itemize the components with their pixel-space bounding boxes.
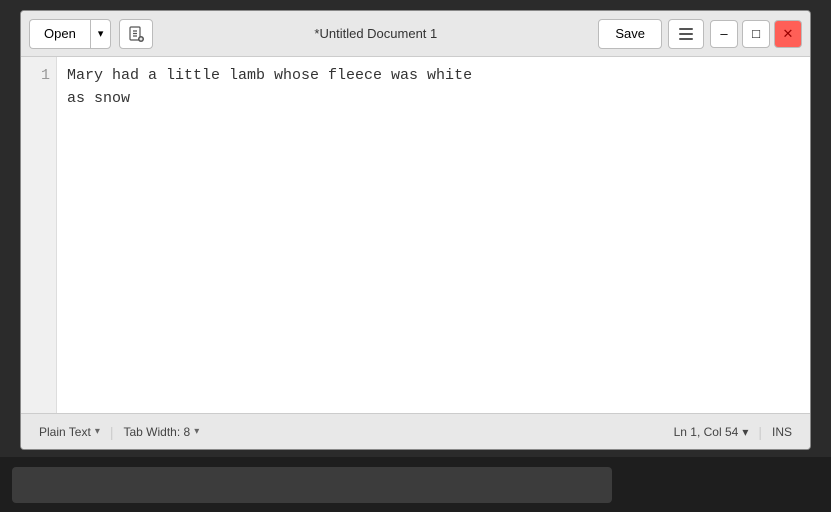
- line-number: 1: [29, 65, 50, 88]
- hamburger-icon: [679, 28, 693, 40]
- menu-button[interactable]: [668, 19, 704, 49]
- minimize-button[interactable]: –: [710, 20, 738, 48]
- tab-width-label: Tab Width: 8: [123, 425, 190, 439]
- statusbar: Plain Text ▾ | Tab Width: 8 ▾ Ln 1, Col …: [21, 413, 810, 449]
- taskbar-window-item[interactable]: [12, 467, 612, 503]
- main-window: Open ▾ *Untitled Document 1 Save: [20, 10, 811, 450]
- chevron-down-icon: ▾: [98, 27, 104, 40]
- file-type-selector[interactable]: Plain Text ▾: [33, 423, 106, 441]
- file-type-chevron-icon: ▾: [95, 426, 100, 437]
- new-document-button[interactable]: [119, 19, 153, 49]
- taskbar: [0, 457, 831, 512]
- document-title: *Untitled Document 1: [153, 26, 598, 41]
- open-button[interactable]: Open: [29, 19, 90, 49]
- open-group: Open ▾: [29, 19, 111, 49]
- new-doc-icon: [128, 26, 144, 42]
- tab-width-chevron-icon: ▾: [194, 426, 199, 437]
- cursor-position[interactable]: Ln 1, Col 54 ▾: [668, 423, 755, 441]
- line-numbers: 1: [21, 57, 57, 413]
- maximize-button[interactable]: □: [742, 20, 770, 48]
- tab-width-selector[interactable]: Tab Width: 8 ▾: [117, 423, 205, 441]
- status-separator-2: |: [758, 424, 762, 440]
- position-label: Ln 1, Col 54: [674, 425, 739, 439]
- window-controls: – □ ✕: [710, 20, 802, 48]
- editor-textarea[interactable]: Mary had a little lamb whose fleece was …: [57, 57, 810, 413]
- status-separator-1: |: [110, 424, 114, 440]
- editor-container: 1 Mary had a little lamb whose fleece wa…: [21, 57, 810, 413]
- insert-mode-indicator: INS: [766, 423, 798, 441]
- position-chevron-icon: ▾: [742, 425, 748, 439]
- save-button[interactable]: Save: [598, 19, 662, 49]
- close-button[interactable]: ✕: [774, 20, 802, 48]
- open-dropdown-button[interactable]: ▾: [90, 19, 112, 49]
- file-type-label: Plain Text: [39, 425, 91, 439]
- titlebar: Open ▾ *Untitled Document 1 Save: [21, 11, 810, 57]
